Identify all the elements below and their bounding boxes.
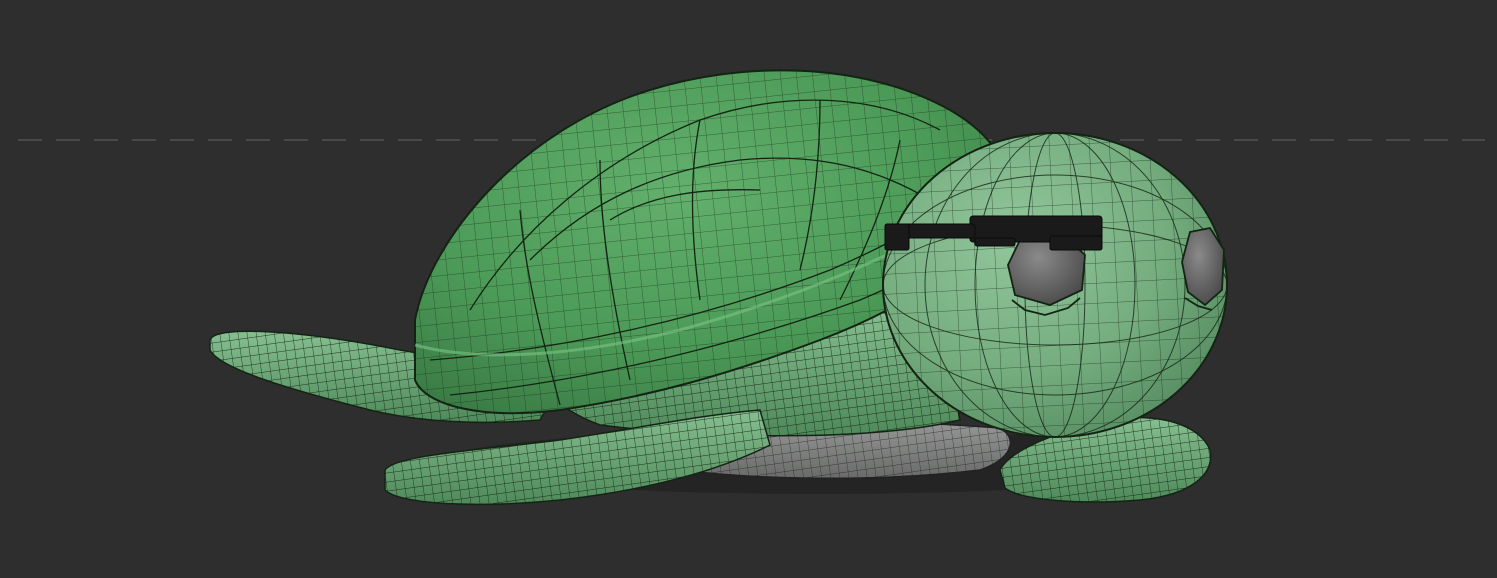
- viewport-canvas[interactable]: [0, 0, 1497, 578]
- turtle-model[interactable]: [209, 69, 1228, 506]
- head[interactable]: [882, 132, 1228, 438]
- 3d-viewport[interactable]: [0, 0, 1497, 578]
